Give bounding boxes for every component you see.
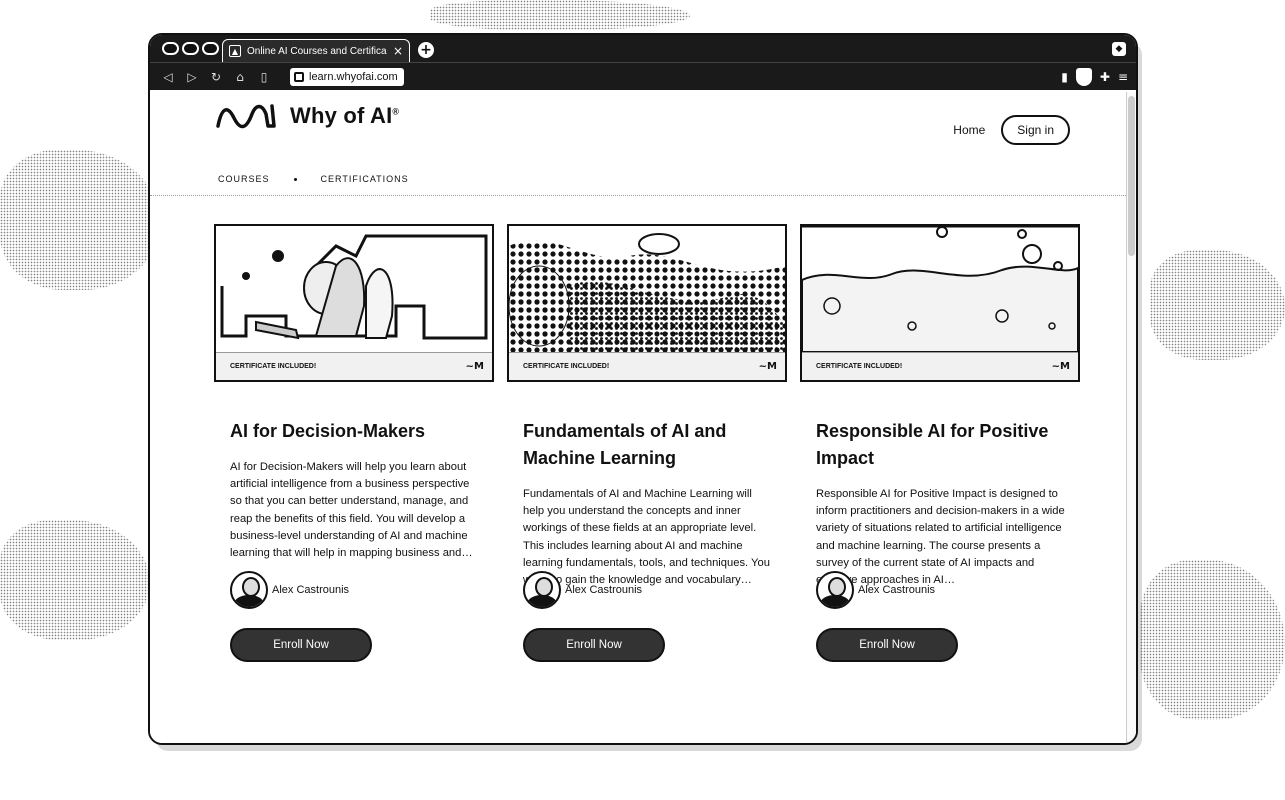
author-name: Alex Castrounis bbox=[272, 584, 350, 596]
lock-icon bbox=[294, 72, 304, 82]
site-logo[interactable]: Why of AI® bbox=[214, 100, 399, 132]
brand-name: Why of AI® bbox=[290, 103, 400, 128]
avatar bbox=[230, 571, 268, 609]
certificate-badge: CERTIFICATE INCLUDED! bbox=[816, 363, 903, 370]
course-thumbnail[interactable]: CERTIFICATE INCLUDED! ~M bbox=[800, 224, 1080, 382]
favicon-icon: ▲ bbox=[229, 45, 241, 57]
author-name: Alex Castrounis bbox=[858, 584, 936, 596]
site-subnav: COURSES CERTIFICATIONS bbox=[218, 174, 409, 184]
thumbnail-strip: CERTIFICATE INCLUDED! ~M bbox=[509, 352, 785, 380]
nav-separator bbox=[293, 177, 297, 181]
enroll-now-button[interactable]: Enroll Now bbox=[230, 628, 372, 662]
certificate-badge: CERTIFICATE INCLUDED! bbox=[523, 363, 610, 370]
bookmark-icon[interactable]: ▯ bbox=[252, 70, 276, 84]
reload-icon[interactable]: ↻ bbox=[204, 70, 228, 84]
course-thumbnail[interactable]: CERTIFICATE INCLUDED! ~M bbox=[214, 224, 494, 382]
avatar bbox=[523, 571, 561, 609]
avatar bbox=[816, 571, 854, 609]
certificate-badge: CERTIFICATE INCLUDED! bbox=[230, 363, 317, 370]
background-pattern bbox=[430, 0, 690, 30]
course-author: Alex Castrounis bbox=[230, 571, 349, 609]
site-header: Why of AI® COURSES CERTIFICATIONS Home S… bbox=[150, 92, 1128, 196]
course-description: AI for Decision-Makers will help you lea… bbox=[230, 461, 473, 560]
course-thumbnail[interactable]: CERTIFICATE INCLUDED! ~M bbox=[507, 224, 787, 382]
background-pattern bbox=[0, 150, 160, 290]
why-of-ai-logo-icon bbox=[216, 104, 276, 129]
thumbnail-strip: CERTIFICATE INCLUDED! ~M bbox=[802, 352, 1078, 380]
minimize-window-button[interactable] bbox=[182, 42, 199, 55]
course-title[interactable]: AI for Decision-Makers bbox=[230, 418, 478, 445]
enroll-now-button[interactable]: Enroll Now bbox=[523, 628, 665, 662]
course-card[interactable]: CERTIFICATE INCLUDED! ~M Responsible AI … bbox=[800, 224, 1080, 589]
scrollbar-thumb[interactable] bbox=[1128, 96, 1135, 256]
nav-certifications-link[interactable]: CERTIFICATIONS bbox=[321, 174, 409, 184]
background-pattern bbox=[1150, 250, 1285, 360]
menu-icon[interactable]: ≡ bbox=[1118, 70, 1128, 84]
shield-icon[interactable]: ◆ bbox=[1112, 42, 1126, 56]
course-image bbox=[802, 226, 1078, 352]
navigation-bar: ◁ ▷ ↻ ⌂ ▯ learn.whyofai.com ▮ ✚ ≡ bbox=[150, 62, 1136, 90]
home-icon[interactable]: ⌂ bbox=[228, 70, 252, 84]
enroll-now-button[interactable]: Enroll Now bbox=[816, 628, 958, 662]
tab-title: Online AI Courses and Certifica bbox=[247, 45, 387, 57]
course-author: Alex Castrounis bbox=[523, 571, 642, 609]
course-image bbox=[216, 226, 492, 352]
course-title[interactable]: Fundamentals of AI and Machine Learning bbox=[523, 418, 771, 472]
mini-logo-icon: ~M bbox=[758, 361, 777, 372]
course-card[interactable]: CERTIFICATE INCLUDED! ~M Fundamentals of… bbox=[507, 224, 787, 589]
author-name: Alex Castrounis bbox=[565, 584, 643, 596]
sign-in-button[interactable]: Sign in bbox=[1001, 115, 1070, 145]
course-card[interactable]: CERTIFICATE INCLUDED! ~M AI for Decision… bbox=[214, 224, 494, 589]
mini-logo-icon: ~M bbox=[465, 361, 484, 372]
background-pattern bbox=[1140, 560, 1285, 720]
window-controls bbox=[162, 42, 219, 55]
browser-tab[interactable]: ▲ Online AI Courses and Certifica × bbox=[222, 39, 410, 62]
maximize-window-button[interactable] bbox=[202, 42, 219, 55]
sidebar-icon[interactable]: ▮ bbox=[1061, 70, 1068, 84]
tab-close-icon[interactable]: × bbox=[393, 44, 403, 58]
back-icon[interactable]: ◁ bbox=[156, 70, 180, 84]
page-content: Why of AI® COURSES CERTIFICATIONS Home S… bbox=[150, 92, 1136, 743]
brave-shield-icon[interactable] bbox=[1075, 68, 1092, 86]
mini-logo-icon: ~M bbox=[1051, 361, 1070, 372]
close-window-button[interactable] bbox=[162, 42, 179, 55]
new-tab-button[interactable]: + bbox=[418, 42, 434, 58]
course-image bbox=[509, 226, 785, 352]
browser-window: ▲ Online AI Courses and Certifica × + ◆ … bbox=[148, 33, 1138, 745]
nav-courses-link[interactable]: COURSES bbox=[218, 174, 270, 184]
course-cards: CERTIFICATE INCLUDED! ~M AI for Decision… bbox=[214, 224, 1080, 589]
title-bar: ▲ Online AI Courses and Certifica × + ◆ bbox=[150, 35, 1136, 62]
course-author: Alex Castrounis bbox=[816, 571, 935, 609]
forward-icon[interactable]: ▷ bbox=[180, 70, 204, 84]
page-scrollbar[interactable] bbox=[1126, 92, 1136, 743]
background-pattern bbox=[0, 520, 150, 640]
extensions-icon[interactable]: ✚ bbox=[1100, 70, 1110, 84]
address-bar[interactable]: learn.whyofai.com bbox=[290, 68, 404, 86]
thumbnail-strip: CERTIFICATE INCLUDED! ~M bbox=[216, 352, 492, 380]
url-text: learn.whyofai.com bbox=[309, 71, 398, 83]
course-title[interactable]: Responsible AI for Positive Impact bbox=[816, 418, 1064, 472]
home-link[interactable]: Home bbox=[953, 123, 985, 137]
